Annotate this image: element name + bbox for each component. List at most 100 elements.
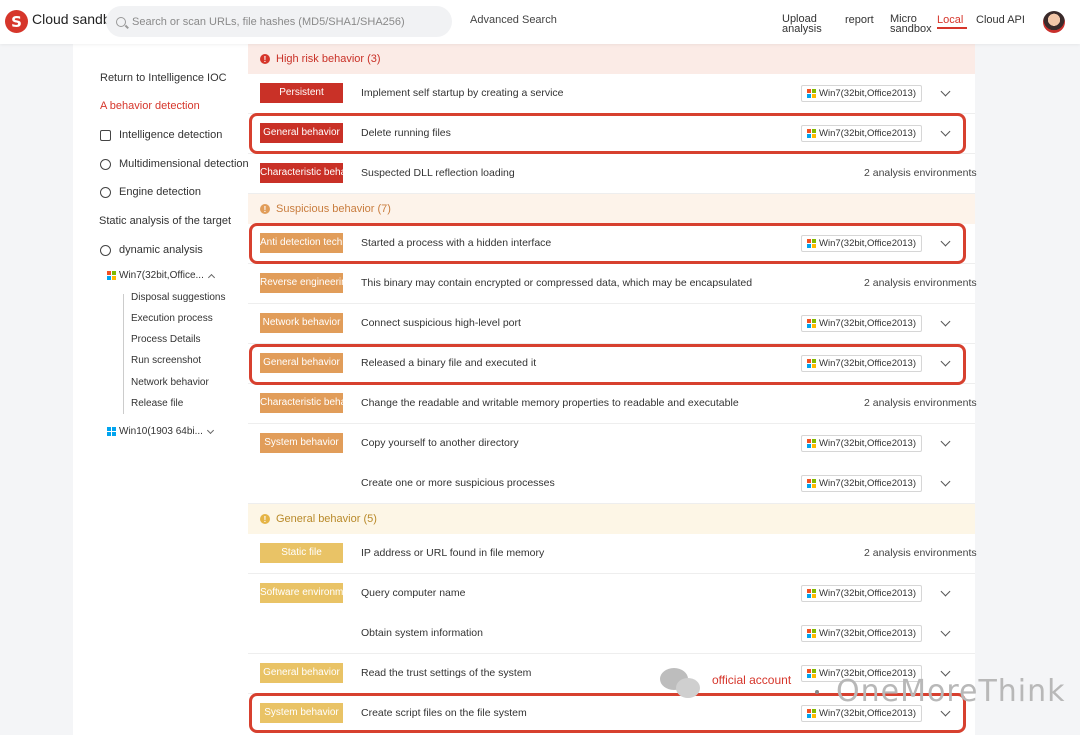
behavior-tag: Persistent xyxy=(260,83,343,103)
table-row[interactable]: Software environment Query computer name… xyxy=(248,574,975,614)
env-label: Win7(32bit,Office2013) xyxy=(819,628,916,639)
chevron-down-icon[interactable] xyxy=(940,86,951,97)
behavior-description: Copy yourself to another directory xyxy=(361,437,519,449)
behavior-tag: Anti detection technology xyxy=(260,233,343,253)
dynamic-label: dynamic analysis xyxy=(119,244,203,256)
env-badge: Win7(32bit,Office2013) xyxy=(801,585,922,602)
chevron-down-icon[interactable] xyxy=(940,236,951,247)
watermark-dot xyxy=(815,690,819,694)
watermark: official account xyxy=(660,668,791,700)
chevron-down-icon[interactable] xyxy=(940,126,951,137)
advanced-search-link[interactable]: Advanced Search xyxy=(470,14,557,26)
behavior-description: Create one or more suspicious processes xyxy=(361,477,555,489)
chevron-down-icon[interactable] xyxy=(940,586,951,597)
env-count: 2 analysis environments xyxy=(864,397,977,409)
nav-micro-sandbox[interactable]: Micro sandbox xyxy=(890,14,932,35)
search-input[interactable] xyxy=(132,15,432,28)
env-label: Win7(32bit,Office2013) xyxy=(819,708,916,719)
env-label: Win7(32bit,Office2013) xyxy=(819,588,916,599)
tree-item-network[interactable]: Network behavior xyxy=(131,377,209,388)
sidebar-item-behavior-detection[interactable]: A behavior detection xyxy=(100,100,200,112)
table-row[interactable]: Static file IP address or URL found in f… xyxy=(248,534,977,574)
env-count: 2 analysis environments xyxy=(864,277,977,289)
behavior-description: Query computer name xyxy=(361,587,466,599)
env-win7-label: Win7(32bit,Office... xyxy=(119,270,204,281)
chevron-down-icon[interactable] xyxy=(940,626,951,637)
engine-icon xyxy=(100,186,111,198)
tree-item-disposal[interactable]: Disposal suggestions xyxy=(131,292,226,303)
env-badge: Win7(32bit,Office2013) xyxy=(801,435,922,452)
nav-local[interactable]: Local xyxy=(937,14,963,26)
behavior-tag: General behavior xyxy=(260,123,343,143)
multidimensional-label: Multidimensional detection xyxy=(119,158,249,170)
env-label: Win7(32bit,Office2013) xyxy=(819,88,916,99)
chevron-down-icon[interactable] xyxy=(940,476,951,487)
behavior-description: Create script files on the file system xyxy=(361,707,527,719)
chevron-down-icon[interactable] xyxy=(940,316,951,327)
tree-item-process[interactable]: Process Details xyxy=(131,334,200,345)
behavior-description: Released a binary file and executed it xyxy=(361,357,537,369)
dynamic-icon xyxy=(100,244,111,256)
env-win10-toggle[interactable]: Win10(1903 64bi... xyxy=(107,426,214,437)
nav-cloud-api[interactable]: Cloud API xyxy=(976,14,1025,26)
watermark-brand: OneMoreThink xyxy=(836,674,1066,709)
section-suspicious-title: Suspicious behavior (7) xyxy=(276,203,391,215)
table-row[interactable]: System behavior Copy yourself to another… xyxy=(248,424,975,464)
sidebar-item-dynamic-analysis[interactable]: dynamic analysis xyxy=(100,244,203,256)
tree-item-screenshot[interactable]: Run screenshot xyxy=(131,355,201,366)
top-header: S Cloud sandbox Advanced Search Upload a… xyxy=(0,0,1080,44)
behavior-list: ! High risk behavior (3) Persistent Impl… xyxy=(248,44,977,735)
nav-upload-analysis[interactable]: Upload analysis xyxy=(782,14,826,35)
table-row[interactable]: Create one or more suspicious processes … xyxy=(248,464,975,504)
section-high-risk[interactable]: ! High risk behavior (3) xyxy=(248,44,975,74)
section-general[interactable]: ! General behavior (5) xyxy=(248,504,975,534)
table-row[interactable]: Persistent Implement self startup by cre… xyxy=(248,74,975,114)
windows-icon xyxy=(107,271,116,280)
behavior-description: Change the readable and writable memory … xyxy=(361,397,739,409)
windows-icon xyxy=(807,439,816,448)
behavior-description: Implement self startup by creating a ser… xyxy=(361,87,564,99)
windows-icon xyxy=(807,89,816,98)
tree-item-execution[interactable]: Execution process xyxy=(131,313,213,324)
env-win7-toggle[interactable]: Win7(32bit,Office... xyxy=(107,270,215,281)
behavior-tag: System behavior xyxy=(260,433,343,453)
search-bar[interactable] xyxy=(106,6,452,37)
sidebar-item-engine-detection[interactable]: Engine detection xyxy=(100,186,201,198)
behavior-tag: Software environment xyxy=(260,583,343,603)
table-row[interactable]: General behavior Released a binary file … xyxy=(248,344,975,384)
env-label: Win7(32bit,Office2013) xyxy=(819,318,916,329)
sidebar-item-static-analysis[interactable]: Static analysis of the target xyxy=(99,215,231,227)
windows-icon xyxy=(107,427,116,436)
sidebar-item-multidimensional-detection[interactable]: Multidimensional detection xyxy=(100,158,249,170)
windows-icon xyxy=(807,239,816,248)
env-badge: Win7(32bit,Office2013) xyxy=(801,125,922,142)
section-suspicious[interactable]: ! Suspicious behavior (7) xyxy=(248,194,975,224)
search-icon xyxy=(116,16,126,27)
chevron-down-icon[interactable] xyxy=(940,436,951,447)
table-row[interactable]: Characteristic behavior Change the reada… xyxy=(248,384,977,424)
return-label: Return to Intelligence IOC xyxy=(100,72,227,84)
sidebar-item-intelligence-detection[interactable]: Intelligence detection xyxy=(100,129,222,141)
behavior-description: Connect suspicious high-level port xyxy=(361,317,521,329)
nav-active-indicator xyxy=(937,27,967,29)
windows-icon xyxy=(807,589,816,598)
env-count: 2 analysis environments xyxy=(864,547,977,559)
user-avatar[interactable] xyxy=(1043,11,1065,33)
table-row[interactable]: Characteristic behavior Suspected DLL re… xyxy=(248,154,977,194)
table-row[interactable]: Anti detection technology Started a proc… xyxy=(248,224,975,264)
behavior-tag: General behavior xyxy=(260,663,343,683)
chevron-down-icon[interactable] xyxy=(940,356,951,367)
table-row[interactable]: Reverse engineering This binary may cont… xyxy=(248,264,977,304)
env-badge: Win7(32bit,Office2013) xyxy=(801,625,922,642)
table-row[interactable]: General behavior Delete running files Wi… xyxy=(248,114,975,154)
section-high-title: High risk behavior (3) xyxy=(276,53,381,65)
behavior-tag: Characteristic behavior xyxy=(260,393,343,413)
env-label: Win7(32bit,Office2013) xyxy=(819,128,916,139)
env-win10-label: Win10(1903 64bi... xyxy=(119,426,203,437)
tree-item-release[interactable]: Release file xyxy=(131,398,183,409)
table-row[interactable]: Obtain system information Win7(32bit,Off… xyxy=(248,614,975,654)
table-row[interactable]: Network behavior Connect suspicious high… xyxy=(248,304,975,344)
section-general-title: General behavior (5) xyxy=(276,513,377,525)
return-to-ioc-link[interactable]: Return to Intelligence IOC xyxy=(100,72,227,84)
nav-report[interactable]: report xyxy=(845,14,874,26)
